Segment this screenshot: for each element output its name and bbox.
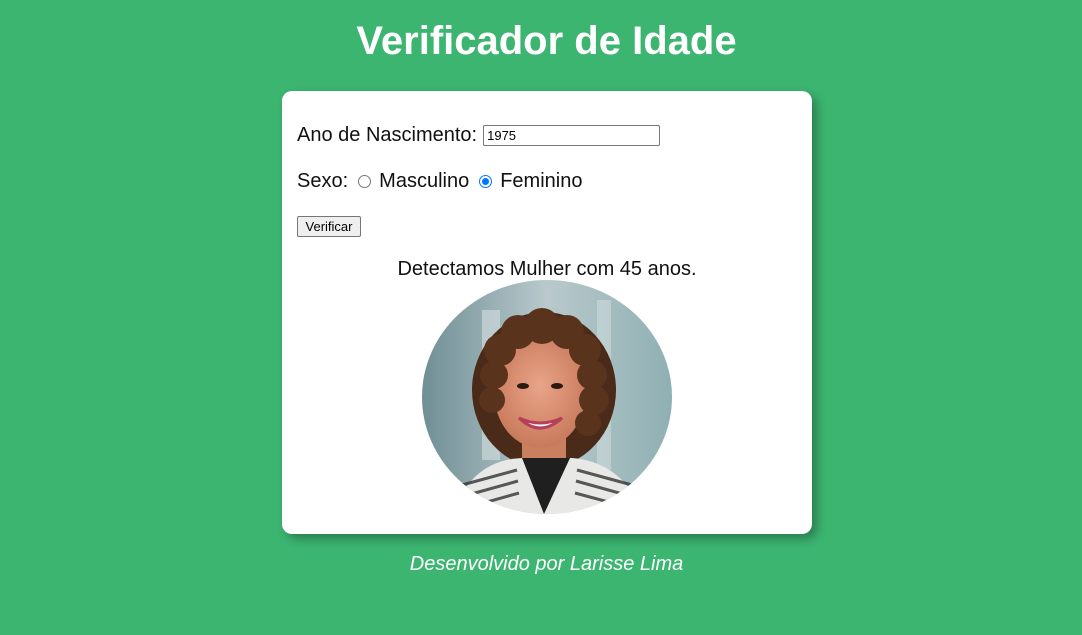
radio-masculino[interactable] [358,175,372,188]
result-text: Detectamos Mulher com 45 anos. [397,258,697,280]
birth-year-row: Ano de Nascimento: [297,124,661,147]
radio-feminino[interactable] [479,175,493,188]
woman-photo-icon [422,280,672,514]
birth-year-label: Ano de Nascimento: [297,124,478,146]
radio-masculino-label[interactable]: Masculino [379,170,469,193]
radio-feminino-label[interactable]: Feminino [500,170,582,193]
page-title: Verificador de Idade [356,19,737,63]
verify-button[interactable]: Verificar [297,216,361,237]
sex-label: Sexo: [297,170,349,192]
sex-row: Sexo: Masculino Feminino [297,170,582,193]
result-photo [422,280,672,514]
birth-year-input[interactable] [483,125,661,146]
footer-credit: Desenvolvido por Larisse Lima [409,553,684,575]
